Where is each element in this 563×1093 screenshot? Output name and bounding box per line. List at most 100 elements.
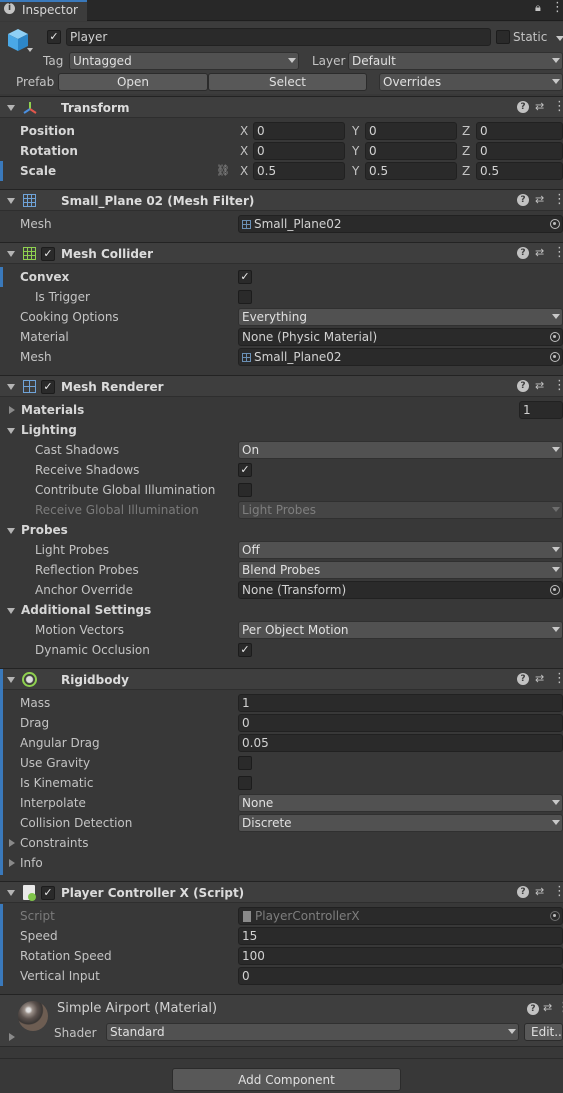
foldout-arrow[interactable] [7,105,15,111]
angular-drag-field[interactable]: 0.05 [238,734,563,752]
light-probes-dropdown[interactable]: Off [238,541,563,559]
menu-icon[interactable]: ⋮ [553,671,563,686]
active-checkbox[interactable] [47,30,61,44]
shader-edit-button[interactable]: Edit... [524,1023,563,1041]
rigidbody-header[interactable]: Rigidbody ? ⇄ ⋮ [0,668,563,691]
foldout-arrow[interactable] [7,608,15,614]
help-icon[interactable]: ? [517,380,529,392]
object-picker-icon[interactable] [550,332,560,342]
help-icon[interactable]: ? [517,101,529,113]
lighting-row[interactable]: Lighting [0,420,563,440]
convex-checkbox[interactable] [238,270,252,284]
anchor-override-field[interactable]: None (Transform) [238,581,563,599]
add-component-button[interactable]: Add Component [172,1068,401,1091]
foldout-arrow[interactable] [7,198,15,204]
script-header[interactable]: Player Controller X (Script) ? ⇄ ⋮ [0,881,563,903]
cooking-options-dropdown[interactable]: Everything [238,308,563,326]
foldout-arrow[interactable] [7,677,15,683]
foldout-arrow[interactable] [7,890,15,896]
object-picker-icon[interactable] [550,219,560,229]
vertical-input-field[interactable]: 0 [238,967,563,985]
transform-header[interactable]: Transform ? ⇄ ⋮ [0,96,563,118]
menu-icon[interactable]: ⋮ [553,884,563,899]
tab-inspector[interactable]: i Inspector [0,0,87,21]
reflection-probes-dropdown[interactable]: Blend Probes [238,561,563,579]
shader-dropdown[interactable]: Standard [106,1023,519,1041]
motion-vectors-dropdown[interactable]: Per Object Motion [238,621,563,639]
menu-icon[interactable]: ⋮ [553,378,563,393]
materials-count-field[interactable]: 1 [519,401,563,419]
position-x-field[interactable]: 0 [253,122,345,140]
help-icon[interactable]: ? [517,673,529,685]
mesh-renderer-header[interactable]: Mesh Renderer ? ⇄ ⋮ [0,375,563,397]
enable-checkbox[interactable] [41,380,55,394]
is-kinematic-checkbox[interactable] [238,776,252,790]
static-dropdown-arrow[interactable] [556,36,563,41]
help-icon[interactable]: ? [517,886,529,898]
object-picker-icon[interactable] [550,352,560,362]
link-icon[interactable]: ⛓ [216,164,230,177]
presets-icon[interactable]: ⇄ [535,100,544,113]
probes-row[interactable]: Probes [0,520,563,540]
collision-detection-dropdown[interactable]: Discrete [238,814,563,832]
prefab-open-button[interactable]: Open [58,73,208,91]
presets-icon[interactable]: ⇄ [535,246,544,259]
help-icon[interactable]: ? [517,247,529,259]
rotation-x-field[interactable]: 0 [253,142,345,160]
prefab-select-button[interactable]: Select [208,73,367,91]
contribute-gi-checkbox[interactable] [238,483,252,497]
icon-dropdown-arrow[interactable] [27,48,33,52]
presets-icon[interactable]: ⇄ [535,885,544,898]
constraints-row[interactable]: Constraints [0,833,563,853]
foldout-arrow[interactable] [9,859,15,867]
position-z-field[interactable]: 0 [476,122,563,140]
rotation-y-field[interactable]: 0 [365,142,457,160]
layer-dropdown[interactable]: Default [348,52,563,70]
rotation-speed-field[interactable]: 100 [238,947,563,965]
materials-row[interactable]: Materials 1 [0,400,563,420]
cast-shadows-dropdown[interactable]: On [238,441,563,459]
presets-icon[interactable]: ⇄ [535,672,544,685]
use-gravity-checkbox[interactable] [238,756,252,770]
help-icon[interactable]: ? [527,1003,539,1015]
info-row[interactable]: Info [0,853,563,873]
prefab-overrides-dropdown[interactable]: Overrides [379,73,563,91]
foldout-arrow[interactable] [7,428,15,434]
presets-icon[interactable]: ⇄ [535,193,544,206]
position-y-field[interactable]: 0 [365,122,457,140]
menu-icon[interactable]: ⋮ [557,1000,563,1015]
mesh-collider-header[interactable]: Mesh Collider ? ⇄ ⋮ [0,242,563,264]
material-foldout-arrow[interactable] [9,1033,15,1041]
enable-checkbox[interactable] [41,886,55,900]
scale-x-field[interactable]: 0.5 [253,162,345,180]
object-picker-icon[interactable] [550,585,560,595]
additional-settings-row[interactable]: Additional Settings [0,600,563,620]
mesh-filter-header[interactable]: Small_Plane 02 (Mesh Filter) ? ⇄ ⋮ [0,189,563,211]
receive-shadows-checkbox[interactable] [238,463,252,477]
scale-z-field[interactable]: 0.5 [476,162,563,180]
rotation-z-field[interactable]: 0 [476,142,563,160]
mesh-object-field[interactable]: Small_Plane02 [238,215,563,233]
scale-y-field[interactable]: 0.5 [365,162,457,180]
physic-material-field[interactable]: None (Physic Material) [238,328,563,346]
collider-mesh-field[interactable]: Small_Plane02 [238,348,563,366]
menu-icon[interactable]: ⋮ [553,99,563,114]
enable-checkbox[interactable] [41,247,55,261]
object-name-field[interactable]: Player [66,28,491,46]
interpolate-dropdown[interactable]: None [238,794,563,812]
presets-icon[interactable]: ⇄ [535,379,544,392]
drag-field[interactable]: 0 [238,714,563,732]
is-trigger-checkbox[interactable] [238,290,252,304]
mass-field[interactable]: 1 [238,694,563,712]
foldout-arrow[interactable] [7,251,15,257]
menu-icon[interactable]: ⋮ [553,245,563,260]
foldout-arrow[interactable] [9,839,15,847]
speed-field[interactable]: 15 [238,927,563,945]
foldout-arrow[interactable] [7,384,15,390]
help-icon[interactable]: ? [517,194,529,206]
static-checkbox[interactable] [496,30,510,44]
foldout-arrow[interactable] [9,406,15,414]
tag-dropdown[interactable]: Untagged [69,52,299,70]
dynamic-occlusion-checkbox[interactable] [238,643,252,657]
menu-icon[interactable]: ⋮ [553,192,563,207]
